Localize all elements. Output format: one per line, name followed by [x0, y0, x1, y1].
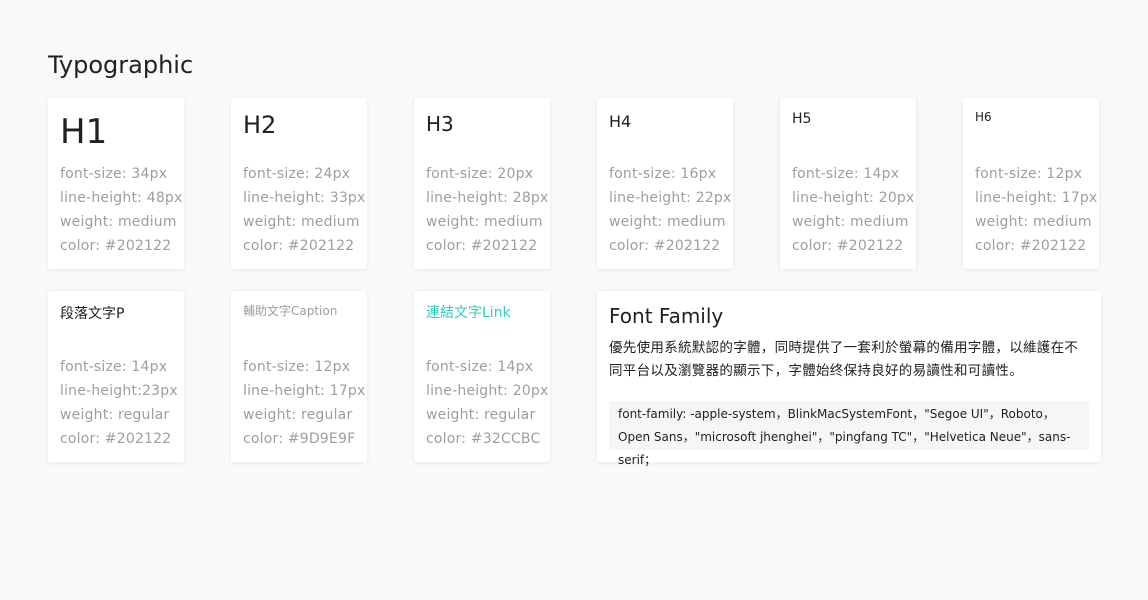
spec-font-size: font-size: 24px: [243, 166, 351, 182]
spec-list: font-size: 20px line-height: 28px weight…: [426, 162, 549, 258]
spec-list: font-size: 34px line-height: 48px weight…: [60, 162, 183, 258]
spec-weight: weight: medium: [426, 214, 543, 230]
spec-weight: weight: regular: [60, 407, 170, 423]
page-title: Typographic: [48, 51, 194, 79]
caption-sample: 輔助文字Caption: [243, 304, 338, 318]
heading-sample-h1: H1: [60, 112, 108, 152]
spec-weight: weight: regular: [426, 407, 536, 423]
spec-color: color: #202122: [792, 238, 904, 254]
spec-font-size: font-size: 14px: [792, 166, 900, 182]
spec-color: color: #202122: [60, 238, 172, 254]
spec-weight: weight: medium: [792, 214, 909, 230]
spec-line-height: line-height: 17px: [243, 383, 366, 399]
spec-list: font-size: 14px line-height: 20px weight…: [792, 162, 915, 258]
spec-line-height: line-height: 28px: [426, 190, 549, 206]
heading-card-h3: H3 font-size: 20px line-height: 28px wei…: [414, 98, 550, 269]
font-family-card: Font Family 優先使用系統默認的字體，同時提供了一套利於螢幕的備用字體…: [597, 291, 1101, 467]
spec-font-size: font-size: 12px: [243, 359, 351, 375]
spec-list: font-size: 12px line-height: 17px weight…: [975, 162, 1098, 258]
spec-list: font-size: 14px line-height:23px weight:…: [60, 355, 178, 451]
spec-line-height: line-height: 48px: [60, 190, 183, 206]
spec-list: font-size: 24px line-height: 33px weight…: [243, 162, 366, 258]
spec-weight: weight: medium: [243, 214, 360, 230]
spec-list: font-size: 16px line-height: 22px weight…: [609, 162, 732, 258]
spec-list: font-size: 14px line-height: 20px weight…: [426, 355, 549, 451]
spec-color: color: #9D9E9F: [243, 431, 356, 447]
spec-color: color: #202122: [426, 238, 538, 254]
heading-sample-h4: H4: [609, 112, 632, 131]
text-card-paragraph: 段落文字P font-size: 14px line-height:23px w…: [48, 291, 184, 462]
spec-color: color: #202122: [609, 238, 721, 254]
spec-color: color: #202122: [975, 238, 1087, 254]
spec-line-height: line-height: 33px: [243, 190, 366, 206]
spec-line-height: line-height: 17px: [975, 190, 1098, 206]
heading-sample-h6: H6: [975, 110, 992, 124]
spec-color: color: #202122: [243, 238, 355, 254]
font-family-description: 優先使用系統默認的字體，同時提供了一套利於螢幕的備用字體，以維護在不同平台以及瀏…: [609, 340, 1079, 379]
spec-font-size: font-size: 34px: [60, 166, 168, 182]
spec-font-size: font-size: 12px: [975, 166, 1083, 182]
text-card-caption: 輔助文字Caption font-size: 12px line-height:…: [231, 291, 367, 462]
link-sample[interactable]: 連結文字Link: [426, 304, 511, 322]
heading-sample-h5: H5: [792, 111, 812, 127]
spec-list: font-size: 12px line-height: 17px weight…: [243, 355, 366, 451]
font-family-code: font-family: -apple-system，BlinkMacSyste…: [609, 401, 1089, 467]
heading-card-h6: H6 font-size: 12px line-height: 17px wei…: [963, 98, 1099, 269]
spec-weight: weight: regular: [243, 407, 353, 423]
spec-weight: weight: medium: [60, 214, 177, 230]
heading-card-h1: H1 font-size: 34px line-height: 48px wei…: [48, 98, 184, 269]
spec-line-height: line-height: 20px: [426, 383, 549, 399]
heading-sample-h2: H2: [243, 111, 277, 139]
spec-line-height: line-height:23px: [60, 383, 178, 399]
font-family-title: Font Family: [609, 304, 724, 328]
spec-font-size: font-size: 14px: [60, 359, 168, 375]
paragraph-sample: 段落文字P: [60, 306, 125, 322]
spec-color: color: #202122: [60, 431, 172, 447]
spec-font-size: font-size: 20px: [426, 166, 534, 182]
spec-line-height: line-height: 22px: [609, 190, 732, 206]
text-card-link: 連結文字Link font-size: 14px line-height: 20…: [414, 291, 550, 462]
spec-font-size: font-size: 16px: [609, 166, 717, 182]
heading-card-h4: H4 font-size: 16px line-height: 22px wei…: [597, 98, 733, 269]
heading-card-h2: H2 font-size: 24px line-height: 33px wei…: [231, 98, 367, 269]
heading-sample-h3: H3: [426, 112, 454, 136]
spec-line-height: line-height: 20px: [792, 190, 915, 206]
heading-card-h5: H5 font-size: 14px line-height: 20px wei…: [780, 98, 916, 269]
spec-weight: weight: medium: [975, 214, 1092, 230]
spec-font-size: font-size: 14px: [426, 359, 534, 375]
spec-color: color: #32CCBC: [426, 431, 541, 447]
spec-weight: weight: medium: [609, 214, 726, 230]
